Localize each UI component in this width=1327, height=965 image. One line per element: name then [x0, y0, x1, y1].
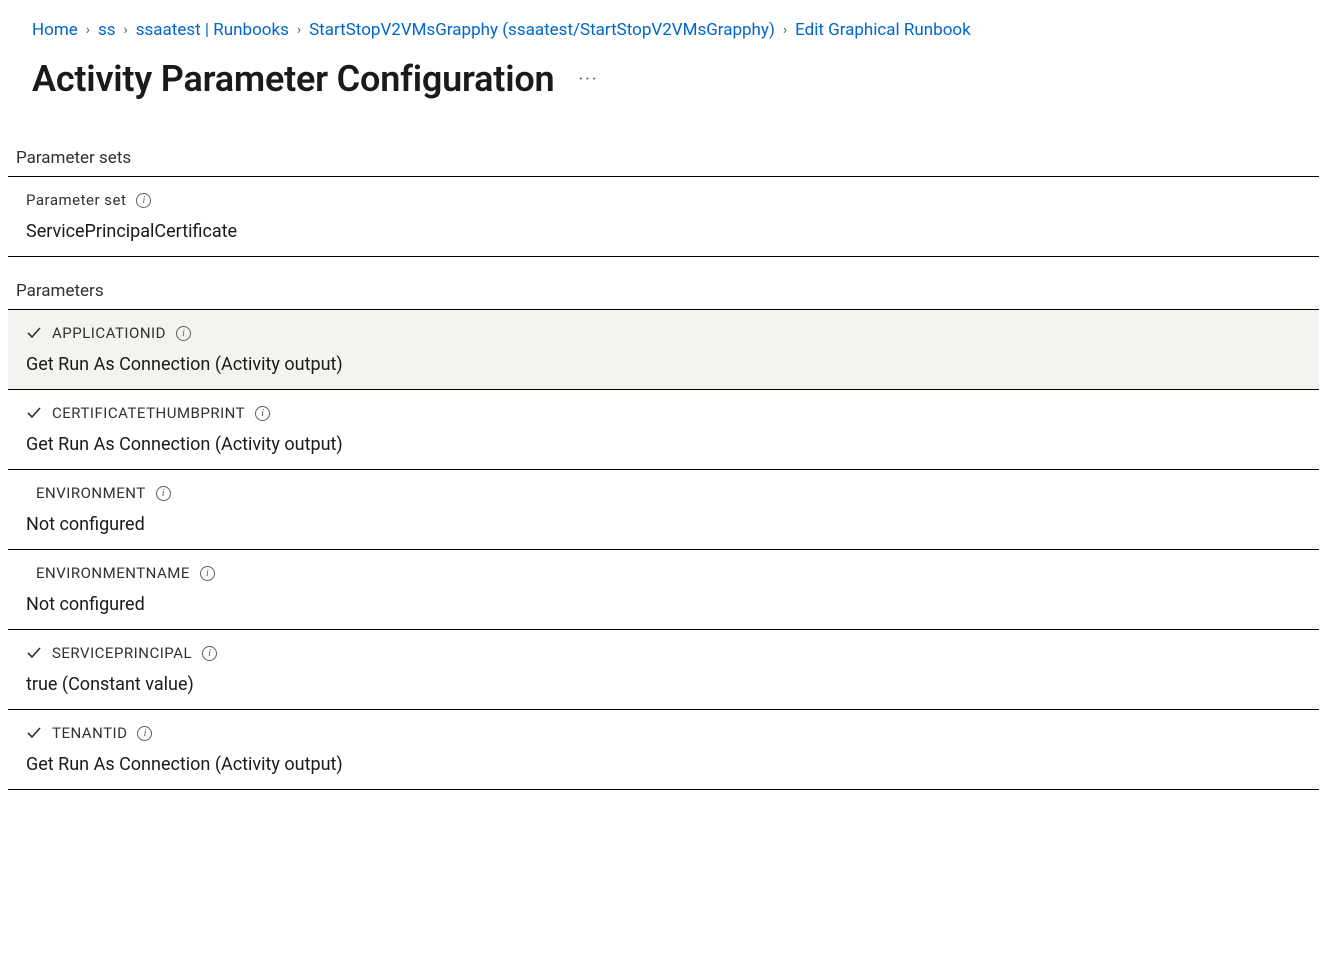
chevron-right-icon: › — [86, 22, 90, 38]
info-icon[interactable]: i — [255, 406, 270, 421]
check-icon — [26, 645, 42, 661]
parameter-set-label: Parameter set — [26, 191, 126, 209]
breadcrumb-link-home[interactable]: Home — [32, 20, 78, 40]
parameter-row[interactable]: TENANTID i Get Run As Connection (Activity… — [8, 710, 1319, 790]
parameter-name: TENANTID — [52, 724, 127, 742]
more-button[interactable]: ··· — [570, 65, 606, 94]
info-icon[interactable]: i — [176, 326, 191, 341]
breadcrumb-link-runbook[interactable]: StartStopV2VMsGrapphy (ssaatest/StartSto… — [309, 20, 775, 40]
check-icon — [26, 405, 42, 421]
parameter-value: Get Run As Connection (Activity output) — [26, 754, 1301, 775]
chevron-right-icon: › — [124, 22, 128, 38]
parameter-value: true (Constant value) — [26, 674, 1301, 695]
chevron-right-icon: › — [297, 22, 301, 38]
parameter-name: SERVICEPRINCIPAL — [52, 644, 192, 662]
info-icon[interactable]: i — [136, 193, 151, 208]
info-icon[interactable]: i — [202, 646, 217, 661]
title-row: Activity Parameter Configuration ··· — [8, 58, 1319, 100]
parameter-row[interactable]: SERVICEPRINCIPAL i true (Constant value) — [8, 630, 1319, 710]
parameter-set-row[interactable]: Parameter set i ServicePrincipalCertific… — [8, 177, 1319, 257]
breadcrumb-link-ss[interactable]: ss — [98, 20, 116, 40]
check-icon — [26, 725, 42, 741]
parameter-name: APPLICATIONID — [52, 324, 166, 342]
parameter-row[interactable]: ENVIRONMENT i Not configured — [8, 470, 1319, 550]
breadcrumb-link-runbooks[interactable]: ssaatest | Runbooks — [136, 20, 289, 40]
parameter-row[interactable]: ENVIRONMENTNAME i Not configured — [8, 550, 1319, 630]
check-icon — [26, 325, 42, 341]
parameter-value: Get Run As Connection (Activity output) — [26, 354, 1301, 375]
section-parameters: Parameters — [8, 281, 1319, 310]
parameter-row[interactable]: CERTIFICATETHUMBPRINT i Get Run As Connect… — [8, 390, 1319, 470]
parameter-row[interactable]: APPLICATIONID i Get Run As Connection (Act… — [8, 310, 1319, 390]
breadcrumb-link-edit[interactable]: Edit Graphical Runbook — [795, 20, 971, 40]
parameter-set-value: ServicePrincipalCertificate — [26, 221, 1301, 242]
parameter-value: Not configured — [26, 594, 1301, 615]
info-icon[interactable]: i — [156, 486, 171, 501]
page-title: Activity Parameter Configuration — [32, 58, 554, 100]
info-icon[interactable]: i — [137, 726, 152, 741]
parameter-value: Not configured — [26, 514, 1301, 535]
parameter-name: ENVIRONMENTNAME — [36, 564, 190, 582]
chevron-right-icon: › — [783, 22, 787, 38]
parameter-value: Get Run As Connection (Activity output) — [26, 434, 1301, 455]
parameter-name: CERTIFICATETHUMBPRINT — [52, 404, 245, 422]
section-parameter-sets: Parameter sets — [8, 148, 1319, 177]
parameter-name: ENVIRONMENT — [36, 484, 146, 502]
breadcrumb: Home › ss › ssaatest | Runbooks › StartS… — [8, 20, 1319, 40]
info-icon[interactable]: i — [200, 566, 215, 581]
